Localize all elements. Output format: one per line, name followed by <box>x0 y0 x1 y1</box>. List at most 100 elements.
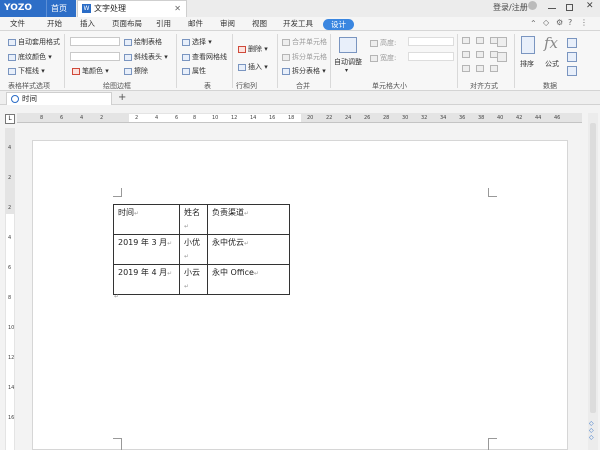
convert-table-icon[interactable] <box>567 66 577 76</box>
auto-format-label: 自动套用格式 <box>18 38 60 46</box>
margin-corner-top-left <box>113 188 122 197</box>
scrollbar-thumb[interactable] <box>590 123 596 413</box>
tab-stop-selector[interactable]: L <box>5 114 15 124</box>
table-cell[interactable]: 时间↵ <box>113 204 180 235</box>
split-table-icon <box>282 67 290 75</box>
tab-current-document[interactable]: 时间 <box>6 92 112 105</box>
merge-cells-button[interactable]: 合并单元格 <box>282 37 327 47</box>
vertical-scrollbar[interactable] <box>588 113 598 450</box>
view-gridlines-label: 查看网格线 <box>192 53 227 61</box>
tab-current-label: 时间 <box>22 94 37 103</box>
menu-insert[interactable]: 插入 <box>80 17 95 31</box>
eraser-button[interactable]: 擦除 <box>124 66 148 76</box>
help-icon[interactable]: ? <box>568 18 572 27</box>
menu-home[interactable]: 开始 <box>47 17 62 31</box>
align-bottom-center-icon[interactable] <box>476 65 484 72</box>
bottom-border-button[interactable]: 下框线 ▾ <box>8 66 45 76</box>
close-tab-icon[interactable]: ✕ <box>174 1 181 17</box>
maximize-icon[interactable] <box>566 4 573 11</box>
delete-button[interactable]: 删除 ▾ <box>238 44 268 54</box>
separator <box>277 34 278 88</box>
skin-icon[interactable]: ◇ <box>543 18 549 27</box>
login-link[interactable]: 登录/注册 <box>493 2 528 13</box>
width-icon <box>370 54 378 62</box>
table-cell[interactable]: 姓名 ↵ <box>179 204 208 235</box>
properties-icon <box>182 67 190 75</box>
auto-format-button[interactable]: 自动套用格式 <box>8 37 60 47</box>
document-page[interactable] <box>32 140 568 450</box>
table-cell[interactable]: 2019 年 4 月↵ <box>113 264 180 295</box>
view-gridlines-button[interactable]: 查看网格线 <box>182 52 227 62</box>
properties-button[interactable]: 属性 <box>182 66 206 76</box>
bottom-border-label: 下框线 <box>18 67 39 75</box>
add-tab-button[interactable]: + <box>118 92 126 103</box>
page-nav-icons[interactable]: ◇ ◇ ◇ <box>589 420 594 441</box>
repeat-header-icon[interactable] <box>567 38 577 48</box>
auto-fit-dropdown-icon[interactable]: ▾ <box>345 67 348 74</box>
ruler-number: 16 <box>8 415 15 421</box>
ruler-number: 28 <box>383 115 390 121</box>
style-dropdown-2[interactable] <box>70 52 120 61</box>
table-cell[interactable]: 永中 Office↵ <box>207 264 290 295</box>
align-middle-center-icon[interactable] <box>476 51 484 58</box>
convert-text-icon[interactable] <box>567 52 577 62</box>
menu-file[interactable]: 文件 <box>10 17 25 31</box>
ruler-number: 2 <box>135 115 139 121</box>
cell-margin-icon[interactable] <box>497 52 507 62</box>
table-cell[interactable]: 2019 年 3 月↵ <box>113 234 180 265</box>
settings-icon[interactable]: ⚙ <box>556 18 563 27</box>
margin-corner-top-right <box>488 188 497 197</box>
more-icon[interactable]: ⋮ <box>580 18 588 27</box>
formula-button[interactable]: 公式 <box>545 59 559 69</box>
table-cell[interactable]: 小优 ↵ <box>179 234 208 265</box>
diagonal-header-button[interactable]: 斜线表头 ▾ <box>124 52 168 62</box>
menu-page-layout[interactable]: 页面布局 <box>112 17 142 31</box>
menu-review[interactable]: 审阅 <box>220 17 235 31</box>
select-button[interactable]: 选择 ▾ <box>182 37 212 47</box>
split-cells-button[interactable]: 拆分单元格 <box>282 52 327 62</box>
menu-view[interactable]: 视图 <box>252 17 267 31</box>
height-input[interactable] <box>408 37 454 46</box>
close-window-icon[interactable]: ✕ <box>586 1 594 11</box>
delete-label: 删除 <box>248 45 262 53</box>
ruler-number: 22 <box>326 115 333 121</box>
sort-button[interactable]: 排序 <box>520 59 534 69</box>
pen-color-button[interactable]: 笔颜色 ▾ <box>72 66 109 76</box>
auto-fit-button[interactable]: 自动调整 <box>334 57 362 67</box>
menu-developer[interactable]: 开发工具 <box>283 17 313 31</box>
text-direction-icon[interactable] <box>497 37 507 47</box>
align-middle-left-icon[interactable] <box>462 51 470 58</box>
menu-mailings[interactable]: 邮件 <box>188 17 203 31</box>
document-tab[interactable]: W 文字处理 ✕ <box>77 0 187 17</box>
ruler-number: 10 <box>212 115 219 121</box>
ruler-number: 18 <box>288 115 295 121</box>
ruler-number: 38 <box>478 115 485 121</box>
table-cell[interactable]: 永中优云↵ <box>207 234 290 265</box>
ruler-number: 40 <box>497 115 504 121</box>
table-cell[interactable]: 小云 ↵ <box>179 264 208 295</box>
draw-table-button[interactable]: 绘制表格 <box>124 37 162 47</box>
menu-design[interactable]: 设计 <box>323 19 354 30</box>
menu-references[interactable]: 引用 <box>156 17 171 31</box>
cell-text: 小云 <box>184 268 200 277</box>
ruler-number: 20 <box>307 115 314 121</box>
home-tab[interactable]: 首页 <box>46 0 76 17</box>
ruler-number: 32 <box>421 115 428 121</box>
width-input[interactable] <box>408 52 454 61</box>
shading-button[interactable]: 底纹颜色 ▾ <box>8 52 52 62</box>
document-table[interactable]: 时间↵ 姓名↵ 负责渠道↵ 2019 年 3 月↵ 小优↵ 永中优云↵ 2019… <box>113 204 290 295</box>
insert-button[interactable]: 插入 ▾ <box>238 62 268 72</box>
table-row: 2019 年 3 月↵ 小优↵ 永中优云↵ <box>113 234 290 265</box>
group-label-cell-size: 单元格大小 <box>372 82 407 90</box>
separator <box>330 34 331 88</box>
align-bottom-right-icon[interactable] <box>490 65 498 72</box>
table-cell[interactable]: 负责渠道↵ <box>207 204 290 235</box>
style-dropdown-1[interactable] <box>70 37 120 46</box>
align-top-left-icon[interactable] <box>462 37 470 44</box>
avatar-icon[interactable] <box>528 1 537 10</box>
split-table-button[interactable]: 拆分表格 ▾ <box>282 66 326 76</box>
align-bottom-left-icon[interactable] <box>462 65 470 72</box>
minimize-icon[interactable] <box>548 8 556 9</box>
align-top-center-icon[interactable] <box>476 37 484 44</box>
collapse-ribbon-icon[interactable]: ⌃ <box>530 19 537 28</box>
